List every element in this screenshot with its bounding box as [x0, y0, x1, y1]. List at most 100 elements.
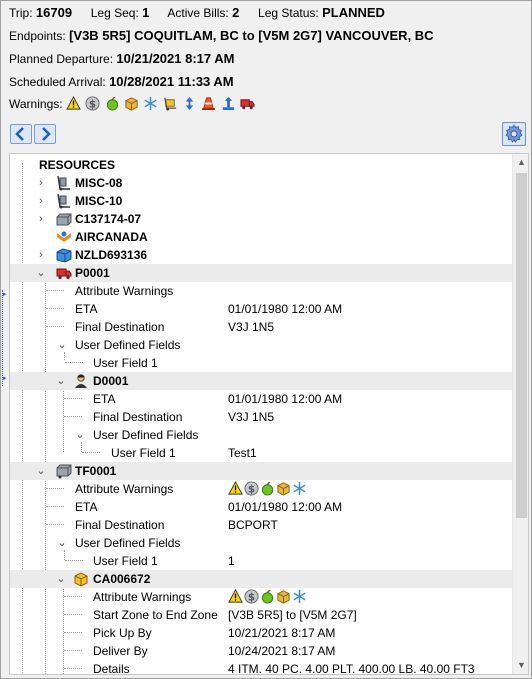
back-button[interactable]	[10, 124, 32, 144]
d0001-user-defined-fields[interactable]: ⌄ User Defined Fields	[10, 426, 512, 444]
scroll-up-icon[interactable]: ▲	[513, 154, 528, 171]
vertical-scrollbar[interactable]: ▲ ▼	[512, 154, 528, 674]
warning-icons: $	[228, 480, 308, 498]
tree-item-p0001[interactable]: ⌄ P0001	[10, 264, 512, 282]
package-box-icon	[276, 481, 291, 496]
ca006672-zone[interactable]: Start Zone to End Zone [V3B 5R5] to [V5M…	[10, 606, 512, 624]
tree-item-aircanada[interactable]: AIRCANADA	[10, 228, 512, 246]
property-label: Pick Up By	[93, 626, 152, 640]
settings-button[interactable]	[502, 122, 526, 146]
chevron-down-icon[interactable]: ⌄	[56, 570, 66, 588]
ca006672-attribute-warnings[interactable]: Attribute Warnings $	[10, 588, 512, 606]
warning-triangle-icon	[228, 589, 243, 604]
tree-item-c137174-07[interactable]: › C137174-07	[10, 210, 512, 228]
property-label: Start Zone to End Zone	[93, 608, 218, 622]
trip-info-row: Trip: 16709 Leg Seq: 1 Active Bills: 2 L…	[9, 5, 385, 20]
hand-truck-icon	[163, 96, 178, 111]
scroll-down-icon[interactable]: ▼	[513, 657, 528, 674]
driver-icon	[73, 373, 89, 389]
property-value: 10/24/2021 8:17 AM	[228, 644, 336, 658]
tf0001-eta[interactable]: ETA 01/01/1980 12:00 AM	[10, 498, 512, 516]
tf0001-user-field-1[interactable]: User Field 1 1	[10, 552, 512, 570]
leg-status-label: Leg Status:	[258, 6, 319, 20]
tree-item-misc-08[interactable]: › MISC-08	[10, 174, 512, 192]
p0001-attribute-warnings[interactable]: Attribute Warnings	[10, 282, 512, 300]
tree-item-d0001[interactable]: ⌄ D0001	[10, 372, 512, 390]
arrow-left-icon	[15, 127, 24, 141]
property-label: User Field 1	[93, 356, 158, 370]
leg-status-value: PLANNED	[322, 5, 385, 20]
planned-departure-row: Planned Departure: 10/21/2021 8:17 AM	[9, 51, 234, 66]
ca006672-details[interactable]: Details 4 ITM. 40 PC. 4.00 PLT. 400.00 L…	[10, 660, 512, 675]
leg-seq-value: 1	[142, 5, 150, 20]
tf0001-attribute-warnings[interactable]: Attribute Warnings $	[10, 480, 512, 498]
trip-value: 16709	[35, 5, 73, 20]
tree-root-resources[interactable]: RESOURCES	[10, 156, 512, 174]
chevron-down-icon[interactable]: ⌄	[56, 372, 66, 390]
active-bills-value: 2	[232, 5, 240, 20]
chevron-down-icon[interactable]: ⌄	[57, 336, 67, 354]
p0001-final-destination[interactable]: Final Destination V3J 1N5	[10, 318, 512, 336]
scroll-thumb[interactable]	[516, 173, 527, 518]
tree-item-label: C137174-07	[75, 212, 142, 226]
svg-text:$: $	[248, 483, 255, 495]
leg-seq-label: Leg Seq:	[90, 6, 139, 20]
ca006672-deliver[interactable]: Deliver By 10/24/2021 8:17 AM	[10, 642, 512, 660]
forward-button[interactable]	[34, 124, 56, 144]
property-label: Attribute Warnings	[75, 284, 174, 298]
property-label: User Field 1	[111, 446, 176, 460]
chevron-right-icon[interactable]: ›	[36, 174, 46, 192]
chevron-down-icon[interactable]: ⌄	[36, 264, 46, 282]
arrow-right-icon	[42, 127, 51, 141]
p0001-user-defined-fields[interactable]: ⌄ User Defined Fields	[10, 336, 512, 354]
hand-truck-icon	[56, 175, 72, 191]
cube-container-icon	[56, 247, 72, 263]
endpoints-row: Endpoints: [V3B 5R5] COQUITLAM, BC to [V…	[9, 28, 434, 43]
property-label: Attribute Warnings	[93, 590, 192, 604]
carrier-icon	[56, 229, 72, 245]
d0001-user-field-1[interactable]: User Field 1 Test1	[10, 444, 512, 462]
d0001-eta[interactable]: ETA 01/01/1980 12:00 AM	[10, 390, 512, 408]
tree-item-ca006672[interactable]: ⌄ CA006672	[10, 570, 512, 588]
endpoints-value: [V3B 5R5] COQUITLAM, BC to [V5M 2G7] VAN…	[69, 28, 434, 43]
side-splitter-handle[interactable]: ▸ ▸	[2, 290, 7, 386]
ca006672-pickup[interactable]: Pick Up By 10/21/2021 8:17 AM	[10, 624, 512, 642]
scheduled-arrival-row: Scheduled Arrival: 10/28/2021 11:33 AM	[9, 74, 234, 89]
red-truck-icon	[56, 265, 72, 281]
tree-item-misc-10[interactable]: › MISC-10	[10, 192, 512, 210]
warning-icons: $	[228, 588, 308, 606]
property-value: 4 ITM. 40 PC. 4.00 PLT. 400.00 LB. 40.00…	[228, 662, 475, 675]
tree-item-label: NZLD693136	[75, 248, 148, 262]
svg-text:$: $	[89, 98, 96, 110]
warnings-row: Warnings: $	[9, 96, 256, 111]
p0001-user-field-1[interactable]: User Field 1	[10, 354, 512, 372]
svg-text:$: $	[248, 591, 255, 603]
planned-departure-label: Planned Departure:	[9, 52, 114, 66]
chevron-right-icon[interactable]: ›	[36, 210, 46, 228]
resources-tree[interactable]: RESOURCES › MISC-08 › MISC-10 › C137174-…	[9, 153, 529, 675]
planned-departure-value: 10/21/2021 8:17 AM	[116, 51, 235, 66]
property-label: Final Destination	[75, 320, 165, 334]
scheduled-arrival-value: 10/28/2021 11:33 AM	[109, 74, 234, 89]
property-label: User Defined Fields	[75, 338, 181, 352]
property-label: User Field 1	[93, 554, 158, 568]
property-value: 01/01/1980 12:00 AM	[228, 500, 343, 514]
chevron-down-icon[interactable]: ⌄	[36, 462, 46, 480]
chevron-right-icon[interactable]: ›	[36, 246, 46, 264]
chevron-down-icon[interactable]: ⌄	[75, 426, 85, 444]
tf0001-final-destination[interactable]: Final Destination BCPORT	[10, 516, 512, 534]
chevron-right-icon[interactable]: ›	[36, 192, 46, 210]
property-value: 01/01/1980 12:00 AM	[228, 302, 343, 316]
p0001-eta[interactable]: ETA 01/01/1980 12:00 AM	[10, 300, 512, 318]
property-value: 10/21/2021 8:17 AM	[228, 626, 336, 640]
endpoints-label: Endpoints:	[9, 29, 66, 43]
property-value: [V3B 5R5] to [V5M 2G7]	[228, 608, 357, 622]
d0001-final-destination[interactable]: Final Destination V3J 1N5	[10, 408, 512, 426]
chevron-down-icon[interactable]: ⌄	[57, 534, 67, 552]
package-box-icon	[124, 96, 139, 111]
tree-item-nzld693136[interactable]: › NZLD693136	[10, 246, 512, 264]
tf0001-user-defined-fields[interactable]: ⌄ User Defined Fields	[10, 534, 512, 552]
green-apple-icon	[260, 589, 275, 604]
property-label: Final Destination	[93, 410, 183, 424]
tree-item-tf0001[interactable]: ⌄ TF0001	[10, 462, 512, 480]
